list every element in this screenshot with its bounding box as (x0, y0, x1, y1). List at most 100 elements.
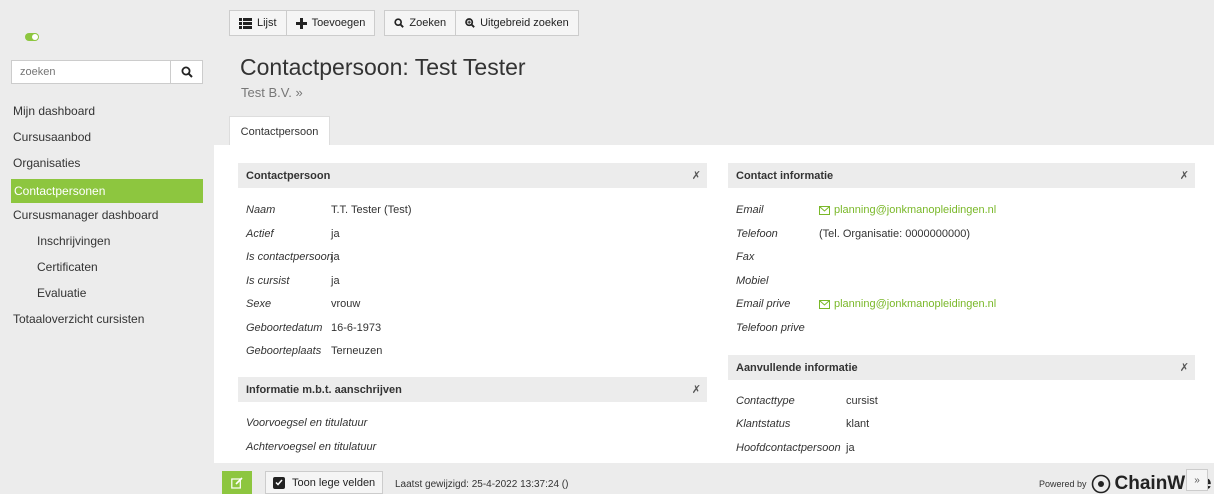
sidebar-item-mijn-dashboard[interactable]: Mijn dashboard (11, 100, 203, 126)
email-prive-link[interactable]: planning@jonkmanopleidingen.nl (819, 297, 996, 311)
field-row: Email prive planning@jonkmanopleidingen.… (736, 297, 996, 311)
field-label: Klantstatus (736, 418, 791, 430)
field-value: ja (331, 251, 340, 263)
email-value: planning@jonkmanopleidingen.nl (834, 204, 997, 216)
field-value: ja (846, 442, 855, 454)
field-value: klant (846, 418, 870, 430)
add-button-label: Toevoegen (311, 17, 366, 29)
field-value: Terneuzen (331, 345, 383, 357)
field-value: ja (331, 228, 340, 240)
field-row: Telefoon prive (736, 321, 819, 335)
list-button[interactable]: Lijst (229, 10, 287, 36)
field-row: Fax (736, 250, 819, 264)
field-label: Telefoon prive (736, 322, 805, 334)
field-value: ja (331, 275, 340, 287)
field-label: Contacttype (736, 395, 795, 407)
panel-header-aanvullende-informatie: Aanvullende informatie ✗ (728, 355, 1195, 380)
search-icon (394, 18, 405, 28)
toon-lege-velden-toggle[interactable]: Toon lege velden (265, 471, 384, 494)
sidebar: Mijn dashboard Cursusaanbod Organisaties… (0, 0, 214, 494)
last-modified: Laatst gewijzigd: 25-4-2022 13:37:24 () (395, 479, 569, 490)
field-row: Contacttype cursist (736, 394, 878, 408)
field-label: Hoofdcontactpersoon (736, 442, 841, 454)
panel-title: Informatie m.b.t. aanschrijven (246, 383, 402, 396)
sidebar-item-cursusmanager-dashboard[interactable]: Cursusmanager dashboard (11, 204, 203, 230)
field-value: cursist (846, 395, 878, 407)
field-label: Sexe (246, 298, 272, 310)
field-label: Email prive (736, 298, 791, 310)
panel-title: Contact informatie (736, 169, 834, 182)
search-input[interactable] (12, 61, 170, 83)
checkbox-checked-icon (273, 476, 285, 489)
search-toolbar-button[interactable]: Zoeken (384, 10, 457, 36)
field-value: vrouw (331, 298, 361, 310)
add-button[interactable]: Toevoegen (285, 10, 376, 36)
sidebar-item-organisaties[interactable]: Organisaties (11, 152, 203, 178)
panel-title: Aanvullende informatie (736, 361, 858, 374)
plus-icon (295, 17, 307, 29)
field-value: (Tel. Organisatie: 0000000000) (819, 228, 971, 240)
field-label: Mobiel (736, 275, 769, 287)
field-row: Geboortedatum 16-6-1973 (246, 321, 381, 335)
bottom-bar: Toon lege velden Laatst gewijzigd: 25-4-… (214, 463, 1214, 494)
field-label: Is contactpersoon (246, 251, 333, 263)
pin-icon[interactable]: ✗ (1180, 169, 1189, 182)
advanced-search-button[interactable]: Uitgebreid zoeken (455, 10, 579, 36)
panel-title: Contactpersoon (246, 169, 331, 182)
page-title: Contactpersoon: Test Tester (240, 54, 526, 80)
toolbar: Lijst Toevoegen Zoeken Uitgebreid zoeken (229, 10, 579, 36)
field-row: Achtervoegsel en titulatuur (246, 440, 406, 454)
list-button-label: Lijst (257, 17, 277, 29)
sidebar-item-certificaten[interactable]: Certificaten (11, 256, 203, 282)
panel-header-aanschrijven: Informatie m.b.t. aanschrijven ✗ (238, 377, 707, 402)
edit-button[interactable] (222, 471, 252, 494)
sidebar-item-totaaloverzicht-cursisten[interactable]: Totaaloverzicht cursisten (11, 308, 203, 334)
email-link[interactable]: planning@jonkmanopleidingen.nl (819, 203, 996, 217)
advanced-search-label: Uitgebreid zoeken (480, 17, 569, 29)
detail-content: Contactpersoon ✗ Naam T.T. Tester (Test)… (214, 145, 1214, 463)
field-label: Geboortedatum (246, 322, 323, 334)
field-label: Achtervoegsel en titulatuur (246, 441, 377, 453)
pin-icon[interactable]: ✗ (692, 383, 701, 396)
search-button[interactable] (170, 61, 202, 83)
list-icon (239, 17, 252, 29)
toggle-switch[interactable] (25, 33, 39, 41)
field-label: Fax (736, 251, 755, 263)
envelope-icon (819, 299, 830, 309)
sidebar-search (11, 60, 203, 84)
edit-icon (231, 476, 243, 489)
sidebar-nav: Mijn dashboard Cursusaanbod Organisaties… (11, 100, 203, 334)
tab-contactpersoon[interactable]: Contactpersoon (229, 116, 330, 146)
field-label: Telefoon (736, 228, 778, 240)
search-toolbar-label: Zoeken (409, 17, 447, 29)
field-row: Is contactpersoon ja (246, 250, 340, 264)
field-label: Voorvoegsel en titulatuur (246, 417, 368, 429)
sidebar-item-cursusaanbod[interactable]: Cursusaanbod (11, 126, 203, 152)
field-row: Is cursist ja (246, 274, 340, 288)
field-label: Naam (246, 204, 276, 216)
field-row: Voorvoegsel en titulatuur (246, 416, 406, 430)
sidebar-item-evaluatie[interactable]: Evaluatie (11, 282, 203, 308)
zoom-in-icon (465, 18, 475, 28)
field-row: Klantstatus klant (736, 417, 869, 431)
field-row: Sexe vrouw (246, 297, 360, 311)
chainwise-logo-icon (1091, 474, 1110, 494)
pin-icon[interactable]: ✗ (692, 169, 701, 182)
email-prive-value: planning@jonkmanopleidingen.nl (834, 298, 997, 310)
panel-header-contact-informatie: Contact informatie ✗ (728, 163, 1195, 188)
envelope-icon (819, 205, 830, 215)
organization-link[interactable]: Test B.V. » (241, 85, 303, 100)
field-row: Naam T.T. Tester (Test) (246, 203, 411, 217)
field-label: Email (736, 204, 764, 216)
collapse-button[interactable]: » (1186, 469, 1208, 491)
field-label: Is cursist (246, 275, 290, 287)
field-value: 16-6-1973 (331, 322, 382, 334)
field-row: Geboorteplaats Terneuzen (246, 344, 382, 358)
sidebar-item-contactpersonen[interactable]: Contactpersonen (11, 179, 203, 203)
field-row: Actief ja (246, 227, 340, 241)
field-row: Mobiel (736, 274, 819, 288)
toon-lege-velden-label: Toon lege velden (292, 476, 376, 489)
search-icon (181, 66, 193, 78)
sidebar-item-inschrijvingen[interactable]: Inschrijvingen (11, 230, 203, 256)
pin-icon[interactable]: ✗ (1180, 361, 1189, 374)
